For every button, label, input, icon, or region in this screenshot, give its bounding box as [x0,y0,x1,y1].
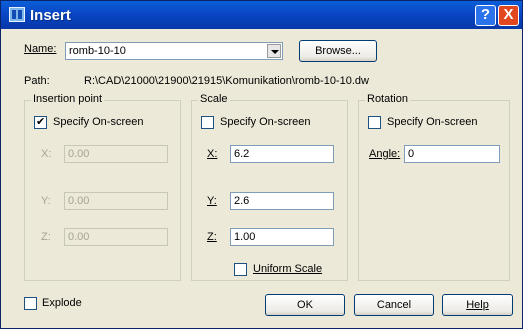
path-label: Path: [24,75,50,87]
name-label: Name: [24,43,57,55]
cancel-button[interactable]: Cancel [354,294,434,316]
rotation-specify-checkbox[interactable] [368,116,381,129]
autocad-app-icon [9,7,25,22]
explode-label: Explode [42,297,82,309]
angle-label: Angle: [369,148,401,160]
uniform-scale-label: Uniform Scale [253,263,323,275]
insertion-z-field: 0.00 [64,228,168,246]
insertion-y-field: 0.00 [64,192,168,210]
uniform-scale-checkbox[interactable] [234,263,247,276]
insertion-z-label: Z: [41,231,51,243]
insertion-specify-label: Specify On-screen [53,116,144,128]
dialog-title: Insert [30,7,71,24]
scale-specify-checkbox[interactable] [201,116,214,129]
insertion-point-title: Insertion point [31,93,105,105]
insertion-specify-checkbox[interactable] [34,115,47,129]
insertion-y-label: Y: [41,195,51,207]
chevron-down-icon[interactable] [267,44,281,58]
name-value: romb-10-10 [69,45,126,57]
insertion-x-label: X: [41,148,52,160]
scale-z-field[interactable]: 1.00 [230,228,334,246]
title-help-button[interactable]: ? [475,5,496,26]
browse-button[interactable]: Browse... [299,40,377,62]
scale-title: Scale [198,93,230,105]
scale-y-label: Y: [207,195,217,207]
title-bar[interactable]: Insert ? X [1,1,522,29]
scale-z-label: Z: [207,231,217,243]
scale-x-label: X: [207,148,218,160]
insert-dialog: Insert ? X Name: romb-10-10 Browse... Pa… [0,0,523,329]
close-button[interactable]: X [498,5,519,26]
angle-field[interactable]: 0 [404,145,500,163]
scale-y-field[interactable]: 2.6 [230,192,334,210]
name-combobox[interactable]: romb-10-10 [65,42,283,60]
path-value: R:\CAD\21000\21900\21915\Komunikation\ro… [84,75,369,87]
scale-x-field[interactable]: 6.2 [230,145,334,163]
insertion-x-field: 0.00 [64,145,168,163]
rotation-specify-label: Specify On-screen [387,116,478,128]
scale-specify-label: Specify On-screen [220,116,311,128]
ok-button[interactable]: OK [265,294,345,316]
rotation-title: Rotation [365,93,410,105]
help-button[interactable]: Help [442,294,513,316]
explode-checkbox[interactable] [24,297,37,310]
